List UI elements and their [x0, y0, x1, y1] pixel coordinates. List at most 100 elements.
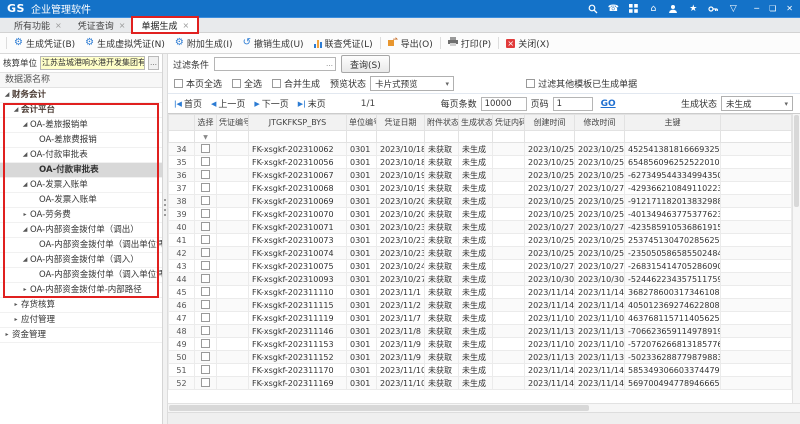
- filter-input[interactable]: …: [214, 57, 336, 71]
- expanded-icon[interactable]: ◢: [21, 148, 29, 162]
- merge-generate-option[interactable]: 合并生成: [272, 77, 320, 90]
- table-row[interactable]: 42FK-xsgkf-20231007403012023/10/23未获取未生成…: [169, 247, 792, 260]
- table-row[interactable]: 50FK-xsgkf-20231115203012023/11/9未获取未生成2…: [169, 351, 792, 364]
- row-checkbox[interactable]: [201, 222, 210, 231]
- table-row[interactable]: 40FK-xsgkf-20231007103012023/10/23未获取未生成…: [169, 221, 792, 234]
- row-checkbox[interactable]: [201, 352, 210, 361]
- row-checkbox[interactable]: [201, 378, 210, 387]
- row-checkbox[interactable]: [201, 209, 210, 218]
- generate-voucher-button[interactable]: ⚙ 生成凭证(B): [9, 35, 80, 52]
- per-page-input[interactable]: 10000: [481, 97, 527, 111]
- print-button[interactable]: 打印(P): [443, 35, 496, 52]
- table-row[interactable]: 51FK-xsgkf-20231117003012023/11/10未获取未生成…: [169, 364, 792, 377]
- column-header[interactable]: 修改时间: [575, 115, 625, 131]
- table-row[interactable]: 34FK-xsgkf-20231006203012023/10/18未获取未生成…: [169, 143, 792, 156]
- additional-generate-button[interactable]: ⚙ 附加生成(I): [170, 35, 238, 52]
- table-row[interactable]: 45FK-xsgkf-20231111003012023/11/1未获取未生成2…: [169, 286, 792, 299]
- collapsed-icon[interactable]: ▸: [21, 283, 29, 297]
- column-header[interactable]: 生成状态: [459, 115, 493, 131]
- column-header[interactable]: 选择: [195, 115, 217, 131]
- expanded-icon[interactable]: ◢: [21, 118, 29, 132]
- close-tab-button[interactable]: 关闭(X): [501, 35, 554, 52]
- row-checkbox[interactable]: [201, 144, 210, 153]
- tree-item[interactable]: ▸OA-劳务费: [0, 208, 162, 223]
- scrollbar-thumb[interactable]: [169, 405, 589, 411]
- phone-icon[interactable]: ☎: [608, 4, 618, 14]
- tab-close-icon[interactable]: ×: [55, 21, 62, 30]
- tab-voucher-query[interactable]: 凭证查询 ×: [70, 18, 134, 32]
- tree-item[interactable]: ◢OA-内部资金拨付单（调出）: [0, 223, 162, 238]
- row-checkbox[interactable]: [201, 339, 210, 348]
- column-header[interactable]: JTGKFKSP_BYS: [249, 115, 347, 131]
- tree-item[interactable]: OA-付款审批表: [0, 163, 162, 178]
- row-checkbox[interactable]: [201, 261, 210, 270]
- row-checkbox[interactable]: [201, 157, 210, 166]
- table-row[interactable]: 48FK-xsgkf-20231114603012023/11/8未获取未生成2…: [169, 325, 792, 338]
- select-all-checkbox[interactable]: [232, 79, 241, 88]
- column-header[interactable]: 创建时间: [525, 115, 575, 131]
- search-button[interactable]: 查询(S): [341, 55, 390, 73]
- row-checkbox[interactable]: [201, 274, 210, 283]
- tree-item[interactable]: ◢会计平台: [0, 103, 162, 118]
- collapsed-icon[interactable]: ▸: [3, 328, 11, 342]
- tab-close-icon[interactable]: ×: [119, 21, 126, 30]
- tab-document-generation[interactable]: 单据生成 ×: [133, 18, 197, 32]
- star-icon[interactable]: ★: [688, 4, 698, 14]
- filter-dropdown-icon[interactable]: ▽: [728, 4, 738, 14]
- table-row[interactable]: 35FK-xsgkf-20231005603012023/10/18未获取未生成…: [169, 156, 792, 169]
- row-checkbox[interactable]: [201, 326, 210, 335]
- tree-item[interactable]: ▸OA-内部资金拨付单-内部路径: [0, 283, 162, 298]
- column-header[interactable]: 单位编号: [347, 115, 377, 131]
- tree-item[interactable]: ▸存货核算: [0, 298, 162, 313]
- page-number-input[interactable]: 1: [553, 97, 593, 111]
- table-row[interactable]: 39FK-xsgkf-20231007003012023/10/20未获取未生成…: [169, 208, 792, 221]
- column-header[interactable]: 凭证内码: [493, 115, 525, 131]
- row-checkbox[interactable]: [201, 235, 210, 244]
- tree-item[interactable]: OA-差旅费报销: [0, 133, 162, 148]
- table-row[interactable]: 46FK-xsgkf-20231111503012023/11/2未获取未生成2…: [169, 299, 792, 312]
- table-row[interactable]: 43FK-xsgkf-20231007503012023/10/24未获取未生成…: [169, 260, 792, 273]
- select-all-option[interactable]: 全选: [232, 77, 262, 90]
- tree-item[interactable]: ▸应付管理: [0, 313, 162, 328]
- row-checkbox[interactable]: [201, 196, 210, 205]
- minimize-button[interactable]: ─: [754, 4, 759, 14]
- table-row[interactable]: 37FK-xsgkf-20231006803012023/10/19未获取未生成…: [169, 182, 792, 195]
- expanded-icon[interactable]: ◢: [21, 253, 29, 267]
- home-icon[interactable]: ⌂: [648, 4, 658, 14]
- row-checkbox[interactable]: [201, 300, 210, 309]
- tree-item[interactable]: ◢OA-差旅报销单: [0, 118, 162, 133]
- row-checkbox[interactable]: [201, 313, 210, 322]
- tree-item[interactable]: ◢OA-发票入账单: [0, 178, 162, 193]
- collapsed-icon[interactable]: ▸: [12, 313, 20, 327]
- undo-generate-button[interactable]: ↺ 撤销生成(U): [238, 35, 309, 52]
- merge-generate-checkbox[interactable]: [272, 79, 281, 88]
- table-row[interactable]: 52FK-xsgkf-20231116903012023/11/10未获取未生成…: [169, 377, 792, 390]
- select-page-option[interactable]: 本页全选: [174, 77, 222, 90]
- tree-item[interactable]: ▸资金管理: [0, 328, 162, 343]
- expanded-icon[interactable]: ◢: [21, 178, 29, 192]
- expanded-icon[interactable]: ◢: [3, 88, 11, 102]
- tree-item[interactable]: OA-内部资金拨付单（调出单位凭证）: [0, 238, 162, 253]
- preview-status-select[interactable]: 卡片式预览 ▾: [370, 76, 454, 91]
- table-row[interactable]: 47FK-xsgkf-20231111903012023/11/7未获取未生成2…: [169, 312, 792, 325]
- tree-item[interactable]: ◢OA-付款审批表: [0, 148, 162, 163]
- vertical-scrollbar[interactable]: [792, 114, 800, 403]
- filter-more-button[interactable]: …: [326, 60, 335, 68]
- last-page-button[interactable]: 末页: [298, 97, 326, 110]
- search-icon[interactable]: [588, 4, 598, 14]
- filter-generated-checkbox[interactable]: [526, 79, 535, 88]
- linked-voucher-query-button[interactable]: 联查凭证(L): [309, 35, 378, 52]
- generate-virtual-voucher-button[interactable]: ⚙ 生成虚拟凭证(N): [80, 35, 170, 52]
- tree-item[interactable]: ◢财务会计: [0, 88, 162, 103]
- prev-page-button[interactable]: 上一页: [211, 97, 245, 110]
- table-row[interactable]: 44FK-xsgkf-20231009303012023/10/27未获取未生成…: [169, 273, 792, 286]
- first-page-button[interactable]: 首页: [174, 97, 202, 110]
- tab-close-icon[interactable]: ×: [182, 21, 189, 30]
- row-checkbox[interactable]: [201, 365, 210, 374]
- tree-item[interactable]: ◢OA-内部资金拨付单（调入）: [0, 253, 162, 268]
- accounting-unit-select[interactable]: 江苏盐城港响水港开发集团有限公…: [40, 56, 145, 70]
- export-button[interactable]: 导出(O): [383, 35, 438, 52]
- key-icon[interactable]: [708, 4, 718, 14]
- apps-grid-icon[interactable]: [628, 4, 638, 14]
- go-button[interactable]: GO: [601, 99, 616, 109]
